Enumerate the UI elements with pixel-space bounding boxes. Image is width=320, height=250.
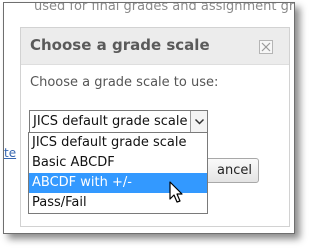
screenshot-frame: used for final grades and assignment gra… <box>3 2 295 234</box>
screenshot-stage: used for final grades and assignment gra… <box>0 0 314 250</box>
option-jics-default[interactable]: JICS default grade scale <box>29 133 207 153</box>
select-value: JICS default grade scale <box>33 114 188 129</box>
select-arrow[interactable] <box>190 111 207 132</box>
grade-scale-select[interactable]: JICS default grade scale <box>29 110 208 133</box>
background-link[interactable]: te <box>4 146 16 160</box>
cancel-label: ancel <box>217 163 252 178</box>
background-text: used for final grades and assignment gra… <box>34 2 295 14</box>
prompt-label: Choose a grade scale to use: <box>30 75 219 90</box>
dialog-header: Choose a grade scale <box>21 28 289 65</box>
chevron-down-icon <box>194 118 205 125</box>
option-basic-abcdf[interactable]: Basic ABCDF <box>29 153 207 173</box>
mouse-pointer-icon <box>169 181 183 203</box>
dialog-title: Choose a grade scale <box>30 36 210 54</box>
close-icon[interactable] <box>259 40 273 54</box>
